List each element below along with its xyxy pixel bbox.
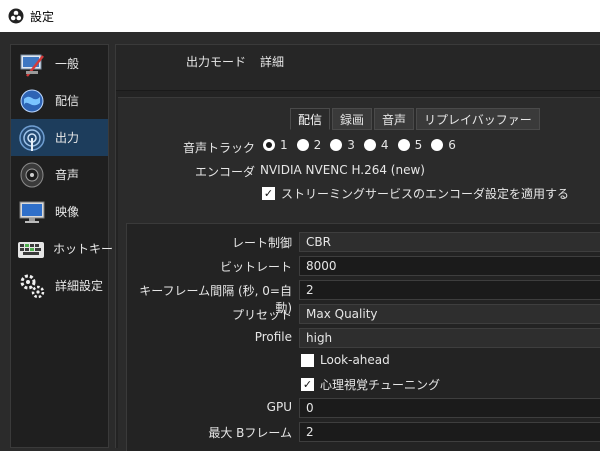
stream-icon — [17, 86, 47, 116]
sidebar-item-hotkeys[interactable]: ホットキー — [11, 230, 113, 267]
encoder-label: エンコーダ — [194, 165, 255, 179]
audio-track-option-3[interactable]: 3 — [330, 138, 355, 152]
rate-control-label: レート制御 — [231, 236, 292, 250]
tab-replay-buffer[interactable]: リプレイバッファー — [416, 108, 540, 130]
sidebar-item-label: ホットキー — [53, 242, 114, 256]
hotkey-icon — [17, 234, 45, 264]
checkbox-checked[interactable]: ✓ — [262, 187, 275, 200]
radio-label: 6 — [448, 138, 456, 152]
audio-track-option-5[interactable]: 5 — [397, 138, 423, 152]
sidebar-item-audio[interactable]: 音声 — [11, 156, 108, 193]
lookahead-label: Look-ahead — [320, 353, 390, 367]
audio-track-option-6[interactable]: 6 — [431, 138, 456, 152]
checkbox-checked[interactable]: ✓ — [301, 378, 314, 391]
obs-logo-icon — [8, 8, 24, 24]
output-tabs-panel: 配信 録画 音声 リプレイバッファー 音声トラック 1 2 3 4 5 6 エン… — [118, 97, 600, 451]
advanced-icon — [17, 271, 47, 301]
apply-service-settings-checkbox[interactable]: ✓ ストリーミングサービスのエンコーダ設定を適用する — [262, 185, 569, 202]
encoder-select[interactable]: NVIDIA NVENC H.264 (new) — [258, 160, 600, 180]
max-bframes-input[interactable]: 2 — [299, 422, 600, 442]
sidebar-item-output[interactable]: 出力 — [11, 119, 108, 156]
audio-track-radio-group: 1 2 3 4 5 6 — [263, 138, 465, 152]
sidebar-item-label: 出力 — [55, 131, 80, 145]
radio-label: 4 — [380, 138, 389, 152]
psycho-visual-tuning-checkbox[interactable]: ✓ 心理視覚チューニング — [301, 376, 440, 393]
lookahead-checkbox[interactable]: Look-ahead — [301, 353, 390, 367]
radio-button[interactable] — [330, 139, 343, 151]
radio-button[interactable] — [296, 139, 309, 151]
radio-label: 1 — [280, 138, 288, 152]
title-bar: 設定 — [0, 0, 600, 32]
sidebar-item-video[interactable]: 映像 — [11, 193, 108, 230]
gpu-input[interactable]: 0 — [299, 398, 600, 418]
sidebar-item-label: 一般 — [55, 57, 80, 71]
encoder-settings-panel: レート制御 CBR ビットレート 8000 キーフレーム間隔 (秒, 0=自動)… — [126, 223, 600, 451]
audio-track-option-2[interactable]: 2 — [296, 138, 322, 152]
tab-recording[interactable]: 録画 — [332, 108, 373, 130]
output-mode-row: 出力モード 詳細 — [116, 45, 600, 91]
radio-label: 5 — [414, 138, 423, 152]
bitrate-input[interactable]: 8000 — [299, 256, 600, 276]
sidebar-item-general[interactable]: 一般 — [11, 45, 108, 82]
radio-label: 3 — [347, 138, 355, 152]
audio-track-option-1[interactable]: 1 — [263, 138, 288, 152]
sidebar-item-stream[interactable]: 配信 — [11, 82, 108, 119]
audio-icon — [17, 160, 47, 190]
checkbox-unchecked[interactable] — [301, 353, 314, 367]
max-bframes-label: 最大 Bフレーム — [208, 426, 292, 440]
radio-button[interactable] — [363, 139, 376, 151]
rate-control-select[interactable]: CBR — [299, 232, 600, 252]
radio-button[interactable] — [263, 139, 275, 151]
settings-window: 一般 配信 出力 音声 映像 ホットキー 詳細設定 出力モード 詳細 配信 録画… — [0, 32, 600, 451]
tab-streaming[interactable]: 配信 — [290, 108, 331, 130]
profile-select[interactable]: high — [299, 328, 600, 348]
output-mode-label: 出力モード — [185, 55, 246, 69]
sidebar-item-advanced[interactable]: 詳細設定 — [11, 267, 108, 304]
radio-button[interactable] — [431, 139, 444, 151]
sidebar-item-label: 詳細設定 — [55, 279, 104, 293]
psycho-visual-tuning-label: 心理視覚チューニング — [320, 378, 441, 392]
output-tabs: 配信 録画 音声 リプレイバッファー — [290, 108, 542, 130]
sidebar-item-label: 配信 — [55, 94, 80, 108]
output-icon — [17, 123, 47, 153]
settings-sidebar: 一般 配信 出力 音声 映像 ホットキー 詳細設定 — [10, 44, 113, 448]
window-title: 設定 — [30, 9, 55, 24]
general-icon — [17, 49, 47, 79]
output-settings-panel: 出力モード 詳細 配信 録画 音声 リプレイバッファー 音声トラック 1 2 3… — [115, 44, 600, 451]
output-mode-select[interactable]: 詳細 — [254, 51, 600, 71]
radio-label: 2 — [313, 138, 322, 152]
sidebar-item-label: 映像 — [55, 205, 80, 219]
tab-audio[interactable]: 音声 — [374, 108, 415, 130]
gpu-label: GPU — [266, 400, 292, 414]
keyframe-interval-input[interactable]: 2 — [299, 280, 600, 300]
apply-service-settings-label: ストリーミングサービスのエンコーダ設定を適用する — [281, 187, 570, 201]
video-icon — [17, 197, 47, 227]
audio-track-label: 音声トラック — [182, 141, 255, 155]
radio-button[interactable] — [397, 139, 410, 151]
profile-label: Profile — [254, 330, 292, 344]
preset-label: プリセット — [231, 308, 292, 322]
preset-select[interactable]: Max Quality — [299, 304, 600, 324]
bitrate-label: ビットレート — [219, 260, 292, 274]
sidebar-item-label: 音声 — [55, 168, 80, 182]
audio-track-option-4[interactable]: 4 — [363, 138, 389, 152]
